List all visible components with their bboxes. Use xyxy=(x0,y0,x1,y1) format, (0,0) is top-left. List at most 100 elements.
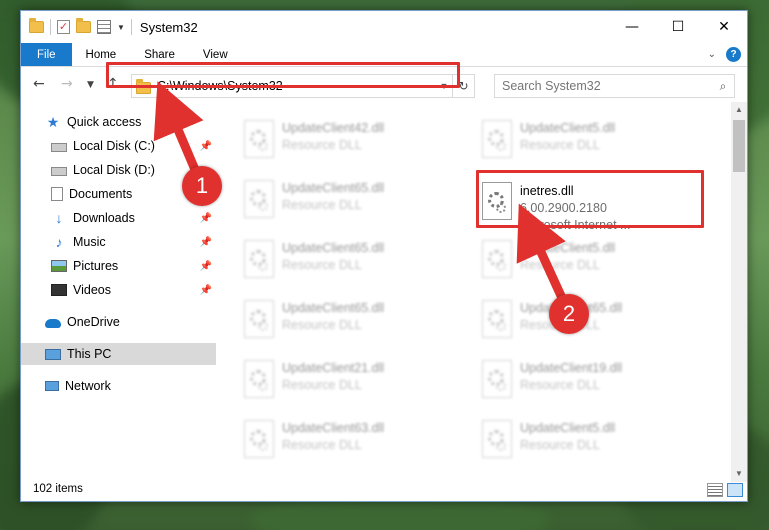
status-bar: 102 items xyxy=(21,477,747,501)
dll-file-icon xyxy=(244,420,274,458)
file-type: Resource DLL xyxy=(282,138,362,152)
nav-label: OneDrive xyxy=(67,315,120,329)
file-item[interactable]: UpdateClient65.dllResource DLL xyxy=(244,292,464,348)
dll-file-icon xyxy=(482,240,512,278)
expand-ribbon-icon[interactable]: ⌄ xyxy=(708,49,716,60)
file-name: UpdateClient65.dll xyxy=(282,301,385,315)
file-name: UpdateClient21.dll xyxy=(282,361,385,375)
customize-icon[interactable] xyxy=(97,20,111,34)
back-arrow-icon[interactable]: ← xyxy=(33,76,45,92)
file-item[interactable]: UpdateClient5.dll Resource DLL xyxy=(482,112,702,168)
search-icon[interactable]: ⌕ xyxy=(712,79,734,94)
file-type: Resource DLL xyxy=(282,198,362,212)
onedrive-icon xyxy=(45,319,61,328)
file-type: Resource DLL xyxy=(520,438,600,452)
dll-file-icon xyxy=(244,360,274,398)
music-icon: ♪ xyxy=(55,234,63,250)
forward-arrow-icon[interactable]: → xyxy=(61,76,73,92)
nav-label: Documents xyxy=(69,187,133,201)
large-icons-view-icon[interactable] xyxy=(727,483,743,497)
disk-icon xyxy=(51,167,67,176)
nav-item-videos[interactable]: Videos 📌 xyxy=(21,279,216,301)
details-view-icon[interactable] xyxy=(707,483,723,497)
file-name: UpdateClient65.dll xyxy=(282,241,385,255)
nav-label: Videos xyxy=(73,283,111,297)
file-highlight-box xyxy=(476,170,704,228)
help-icon[interactable]: ? xyxy=(726,47,741,62)
dll-file-icon xyxy=(244,180,274,218)
nav-label: This PC xyxy=(67,347,112,361)
file-item[interactable]: UpdateClient63.dll Resource DLL xyxy=(244,412,464,468)
new-folder-icon[interactable] xyxy=(76,18,91,33)
dll-file-icon xyxy=(482,300,512,338)
disk-icon xyxy=(51,143,67,152)
scroll-up-icon[interactable]: ▲ xyxy=(731,102,747,118)
star-icon: ★ xyxy=(46,114,60,130)
nav-label: Local Disk (D:) xyxy=(73,163,155,177)
dll-file-icon xyxy=(244,300,274,338)
window-title: System32 xyxy=(139,19,198,35)
pin-icon[interactable]: 📌 xyxy=(200,285,212,296)
step-2-badge: 2 xyxy=(549,294,589,334)
item-count: 102 items xyxy=(33,483,83,495)
file-type: Resource DLL xyxy=(282,438,362,452)
file-name: UpdateClient42.dll xyxy=(282,121,385,135)
file-name: UpdateClient65.dll xyxy=(282,181,385,195)
nav-label: Downloads xyxy=(73,211,135,225)
file-name: UpdateClient19.dll xyxy=(520,361,623,375)
folder-icon[interactable] xyxy=(29,18,44,33)
file-type: Resource DLL xyxy=(282,258,362,272)
address-highlight-box xyxy=(106,62,460,88)
dll-file-icon xyxy=(482,420,512,458)
divider xyxy=(130,19,132,35)
file-item[interactable]: UpdateClient21.dll Resource DLL xyxy=(244,352,464,408)
nav-item-downloads[interactable]: ↓ Downloads 📌 xyxy=(21,207,216,229)
file-type: Resource DLL xyxy=(520,258,600,272)
chevron-down-icon[interactable]: ▼ xyxy=(117,23,125,32)
file-type: Resource DLL xyxy=(282,378,362,392)
file-item[interactable]: UpdateClient42.dll Resource DLL xyxy=(244,112,464,168)
nav-item-onedrive[interactable]: OneDrive xyxy=(21,311,216,333)
nav-item-quick-access[interactable]: ★ Quick access xyxy=(21,111,216,133)
pin-icon[interactable]: 📌 xyxy=(200,141,212,152)
file-name: UpdateClient63.dll xyxy=(282,421,385,435)
pin-icon[interactable]: 📌 xyxy=(200,237,212,248)
file-item[interactable]: UpdateClient5.dll Resource DLL xyxy=(482,232,702,288)
title-bar: ✓ ▼ System32 — ☐ ✕ xyxy=(21,11,747,43)
pin-icon[interactable]: 📌 xyxy=(200,213,212,224)
videos-icon xyxy=(51,284,67,296)
nav-item-pictures[interactable]: Pictures 📌 xyxy=(21,255,216,277)
nav-item-this-pc[interactable]: This PC xyxy=(21,343,216,365)
properties-check-icon[interactable]: ✓ xyxy=(57,20,70,34)
nav-label: Quick access xyxy=(67,115,142,129)
pictures-icon xyxy=(51,260,67,272)
file-type: Resource DLL xyxy=(520,378,600,392)
quick-access-toolbar: ✓ ▼ xyxy=(21,18,132,35)
file-name: UpdateClient5.dll xyxy=(520,421,616,435)
file-item[interactable]: UpdateClient19.dll Resource DLL xyxy=(482,352,702,408)
nav-item-network[interactable]: Network xyxy=(21,375,216,397)
search-box[interactable]: ⌕ xyxy=(494,74,735,98)
nav-label: Network xyxy=(65,379,111,393)
navigation-pane: ★ Quick access Local Disk (C:) 📌 Local D… xyxy=(21,111,216,471)
tab-file[interactable]: File xyxy=(21,43,72,66)
this-pc-icon xyxy=(45,348,61,360)
nav-item-music[interactable]: ♪ Music 📌 xyxy=(21,231,216,253)
recent-locations-chevron-icon[interactable]: ▼ xyxy=(87,80,94,90)
dll-file-icon xyxy=(244,240,274,278)
dll-file-icon xyxy=(482,360,512,398)
nav-label: Music xyxy=(73,235,106,249)
search-input[interactable] xyxy=(502,79,712,93)
scroll-thumb[interactable] xyxy=(733,120,745,172)
close-button[interactable]: ✕ xyxy=(701,11,747,43)
file-name: UpdateClient5.dll xyxy=(520,241,616,255)
vertical-scrollbar[interactable]: ▲ ▼ xyxy=(731,102,747,482)
file-item[interactable]: UpdateClient5.dll Resource DLL xyxy=(482,412,702,468)
nav-item-local-disk-c[interactable]: Local Disk (C:) 📌 xyxy=(21,135,216,157)
maximize-button[interactable]: ☐ xyxy=(655,11,701,43)
file-item[interactable]: UpdateClient65.dllResource DLL xyxy=(482,292,702,348)
file-item[interactable]: UpdateClient65.dll Resource DLL xyxy=(244,172,464,228)
minimize-button[interactable]: — xyxy=(609,11,655,43)
file-item[interactable]: UpdateClient65.dll Resource DLL xyxy=(244,232,464,288)
pin-icon[interactable]: 📌 xyxy=(200,261,212,272)
